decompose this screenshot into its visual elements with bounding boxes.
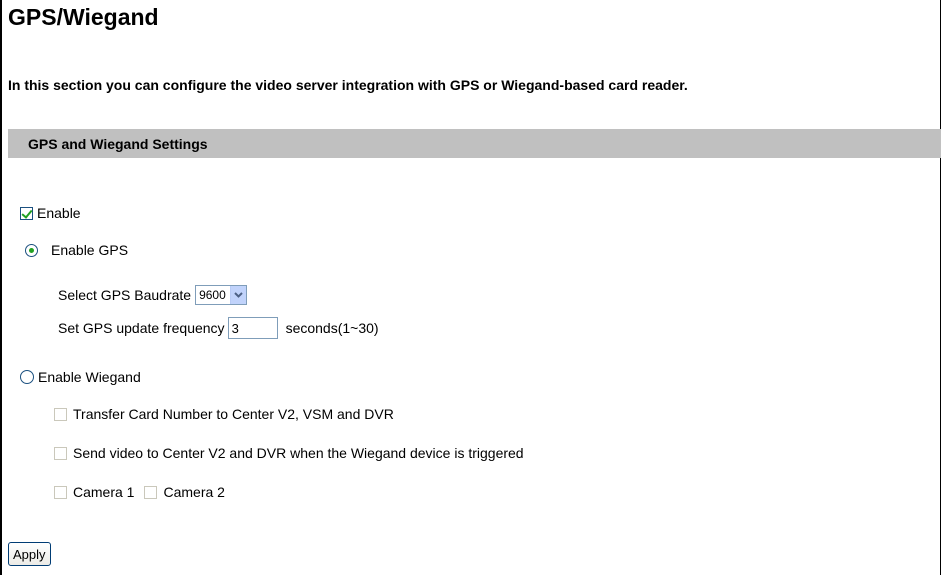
- page-description: In this section you can configure the vi…: [8, 77, 688, 93]
- camera2-checkbox[interactable]: [144, 485, 158, 499]
- camera-row: Camera 1 Camera 2: [54, 484, 225, 500]
- gps-frequency-unit: seconds(1~30): [285, 320, 379, 336]
- gps-baudrate-select[interactable]: 9600: [195, 285, 247, 305]
- transfer-card-row: Transfer Card Number to Center V2, VSM a…: [54, 406, 394, 422]
- page-title: GPS/Wiegand: [8, 4, 159, 30]
- gps-frequency-input[interactable]: [227, 317, 278, 339]
- gps-frequency-label: Set GPS update frequency: [58, 320, 225, 336]
- send-video-label: Send video to Center V2 and DVR when the…: [73, 445, 524, 461]
- gps-baudrate-label: Select GPS Baudrate: [58, 287, 192, 303]
- send-video-row: Send video to Center V2 and DVR when the…: [54, 445, 524, 461]
- camera1-checkbox[interactable]: [54, 485, 67, 499]
- enable-row: Enable: [20, 205, 81, 221]
- section-header: GPS and Wiegand Settings: [8, 129, 941, 158]
- gps-baudrate-value: 9600: [199, 288, 226, 302]
- transfer-card-label: Transfer Card Number to Center V2, VSM a…: [73, 406, 394, 422]
- enable-gps-row: Enable GPS: [25, 242, 128, 258]
- section-header-label: GPS and Wiegand Settings: [28, 136, 208, 152]
- gps-frequency-row: Set GPS update frequency seconds(1~30): [58, 317, 379, 339]
- enable-wiegand-label: Enable Wiegand: [38, 369, 141, 385]
- enable-wiegand-row: Enable Wiegand: [20, 369, 141, 385]
- apply-button[interactable]: Apply: [8, 542, 51, 566]
- enable-gps-label: Enable GPS: [51, 242, 129, 258]
- gps-baudrate-row: Select GPS Baudrate 9600: [58, 285, 247, 305]
- chevron-down-icon[interactable]: [229, 286, 246, 304]
- enable-wiegand-radio[interactable]: [20, 370, 34, 384]
- enable-gps-radio[interactable]: [25, 243, 38, 257]
- camera2-label: Camera 2: [163, 484, 225, 500]
- camera1-label: Camera 1: [73, 484, 135, 500]
- enable-label: Enable: [37, 205, 81, 221]
- enable-checkbox[interactable]: [20, 206, 33, 220]
- send-video-checkbox[interactable]: [54, 446, 67, 460]
- transfer-card-checkbox[interactable]: [54, 407, 67, 421]
